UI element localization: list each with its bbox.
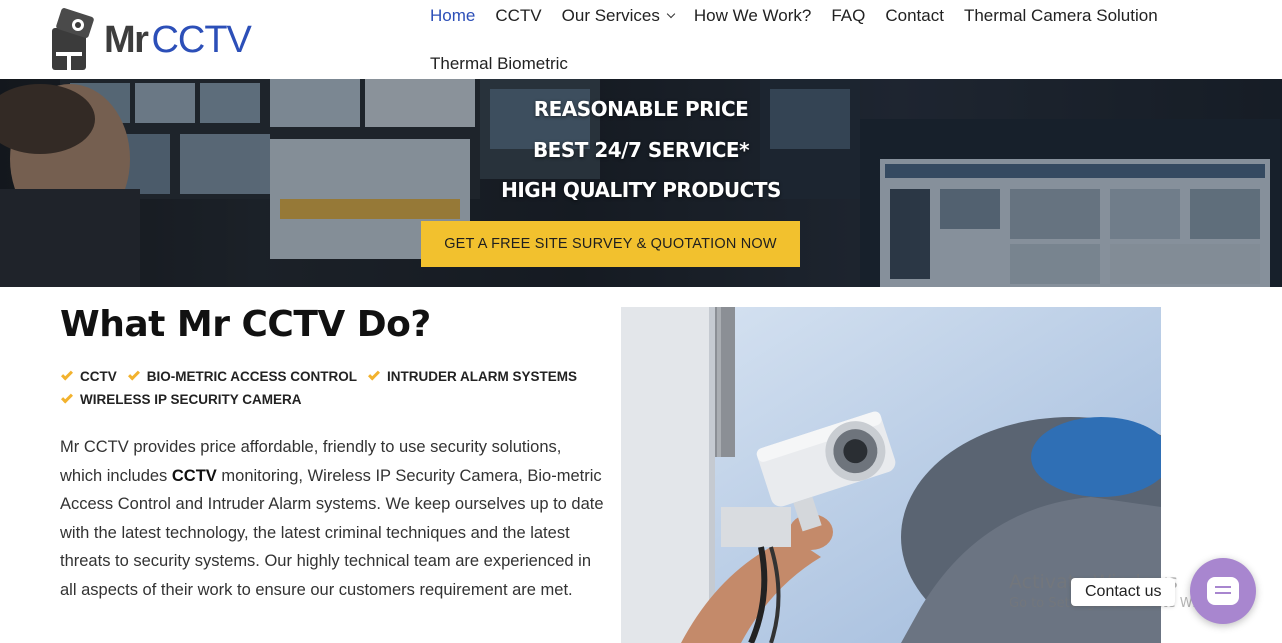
services-list: CCTV BIO-METRIC ACCESS CONTROL INTRUDER … xyxy=(60,368,600,408)
check-icon xyxy=(127,368,140,381)
about-text-bold: CCTV xyxy=(171,466,217,485)
about-paragraph: Mr CCTV provides price affordable, frien… xyxy=(60,433,605,605)
nav-our-services[interactable]: Our Services xyxy=(561,5,676,26)
nav-thermal-biometric[interactable]: Thermal Biometric xyxy=(430,54,568,74)
service-item: INTRUDER ALARM SYSTEMS xyxy=(367,368,577,385)
contact-chat-button[interactable] xyxy=(1190,558,1256,624)
service-item: BIO-METRIC ACCESS CONTROL xyxy=(127,368,357,385)
site-logo[interactable]: Mr CCTV xyxy=(48,8,263,72)
hero-line-best-service: BEST 24/7 SERVICE* xyxy=(532,138,750,162)
contact-us-label[interactable]: Contact us xyxy=(1071,578,1176,606)
service-label: WIRELESS IP SECURITY CAMERA xyxy=(80,392,302,407)
section-title: What Mr CCTV Do? xyxy=(60,304,431,345)
about-text-end: monitoring, Wireless IP Security Camera,… xyxy=(60,466,604,599)
nav-thermal-camera-solution[interactable]: Thermal Camera Solution xyxy=(964,6,1158,26)
main-nav: Home CCTV Our Services How We Work? FAQ … xyxy=(430,0,1190,79)
logo-text-mr: Mr xyxy=(104,19,149,61)
check-icon xyxy=(60,368,74,381)
check-icon xyxy=(60,391,74,404)
nav-home[interactable]: Home xyxy=(430,6,475,26)
site-header: Mr CCTV Home CCTV Our Services How We Wo… xyxy=(0,0,1282,79)
free-site-survey-button[interactable]: GET A FREE SITE SURVEY & QUOTATION NOW xyxy=(421,221,800,267)
chat-icon xyxy=(1207,577,1239,605)
service-label: CCTV xyxy=(80,369,117,384)
chevron-down-icon xyxy=(666,9,676,18)
service-label: BIO-METRIC ACCESS CONTROL xyxy=(146,369,357,384)
service-item: CCTV xyxy=(60,368,117,385)
logo-wordmark: Mr CCTV xyxy=(104,19,252,61)
nav-contact[interactable]: Contact xyxy=(885,6,944,26)
service-label: INTRUDER ALARM SYSTEMS xyxy=(387,369,578,384)
hero-line-reasonable-price: REASONABLE PRICE xyxy=(533,97,749,121)
check-icon xyxy=(367,368,381,381)
nav-faq[interactable]: FAQ xyxy=(831,6,865,26)
service-item: WIRELESS IP SECURITY CAMERA xyxy=(60,391,302,408)
logo-text-cctv: CCTV xyxy=(151,19,251,61)
hero-banner: REASONABLE PRICE BEST 24/7 SERVICE* HIGH… xyxy=(0,79,1282,287)
hero-line-high-quality: HIGH QUALITY PRODUCTS xyxy=(501,178,781,202)
nav-cctv[interactable]: CCTV xyxy=(495,6,541,26)
camera-robot-logo-icon xyxy=(48,8,96,72)
nav-our-services-label: Our Services xyxy=(561,5,660,25)
nav-how-we-work[interactable]: How We Work? xyxy=(694,6,811,26)
